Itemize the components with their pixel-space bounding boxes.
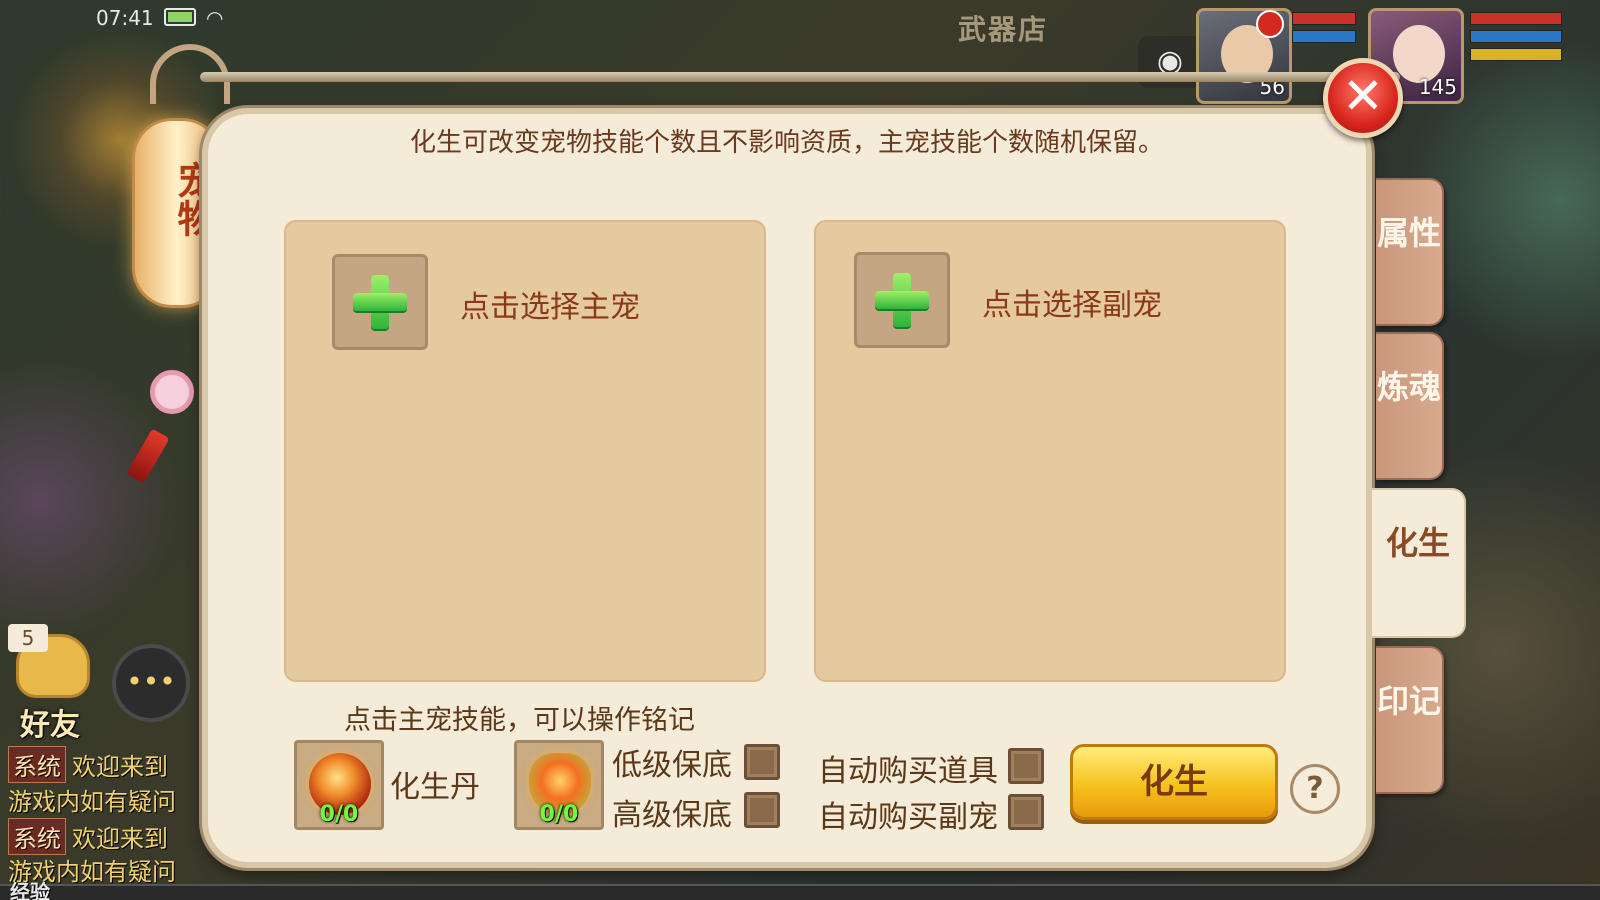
player-status-dot bbox=[1256, 10, 1284, 38]
status-time: 07:41 bbox=[96, 6, 154, 30]
tab-imprint[interactable]: 印记 bbox=[1376, 646, 1444, 794]
sub-pet-slot[interactable]: 点击选择副宠 bbox=[814, 220, 1286, 682]
battery-icon bbox=[164, 8, 196, 26]
exp-bar bbox=[0, 884, 1600, 900]
tab-attributes[interactable]: 属性 bbox=[1376, 178, 1444, 326]
close-icon: ✕ bbox=[1342, 67, 1384, 125]
help-button[interactable]: ? bbox=[1290, 764, 1340, 814]
rebirth-pill-slot[interactable]: 0/0 bbox=[294, 740, 384, 830]
wifi-icon: ◠ bbox=[206, 6, 224, 30]
pet-rebirth-panel: 化生可改变宠物技能个数且不影响资质，主宠技能个数随机保留。 点击选择主宠 点击选… bbox=[202, 108, 1372, 868]
chat-text: 欢迎来到 bbox=[72, 825, 168, 853]
low-guarantee-label: 低级保底 bbox=[612, 748, 732, 783]
auto-buy-item-checkbox[interactable] bbox=[1008, 748, 1044, 784]
pet-level: 145 bbox=[1418, 75, 1457, 99]
high-guarantee-checkbox[interactable] bbox=[744, 792, 780, 828]
friend-count-badge: 5 bbox=[8, 624, 48, 652]
rebirth-pill-label: 化生丹 bbox=[390, 770, 480, 805]
chat-line: 系统 欢迎来到 bbox=[8, 746, 198, 783]
rebirth-pill-count: 0/0 bbox=[319, 802, 359, 827]
main-pet-slot[interactable]: 点击选择主宠 bbox=[284, 220, 766, 682]
chat-line: 游戏内如有疑问 bbox=[8, 782, 198, 817]
info-text: 化生可改变宠物技能个数且不影响资质，主宠技能个数随机保留。 bbox=[409, 128, 1164, 158]
player-hp-bar bbox=[1292, 12, 1356, 25]
tab-rebirth[interactable]: 化生 bbox=[1372, 488, 1466, 638]
chat-button[interactable]: ••• bbox=[112, 644, 190, 722]
exp-label: 经验 bbox=[10, 880, 50, 900]
top-rail bbox=[200, 72, 1400, 82]
add-sub-pet-button[interactable] bbox=[854, 252, 950, 348]
friends-label[interactable]: 好友 bbox=[20, 700, 80, 744]
plus-icon bbox=[875, 273, 929, 327]
chat-text: 游戏内如有疑问 bbox=[8, 788, 176, 816]
high-guarantee-label: 高级保底 bbox=[612, 798, 732, 833]
auto-buy-item-label: 自动购买道具 bbox=[818, 754, 998, 789]
pet-hp-bar bbox=[1470, 12, 1562, 25]
chat-bubble-icon: ••• bbox=[126, 665, 176, 698]
auto-buy-sub-pet-label: 自动购买副宠 bbox=[818, 800, 998, 835]
chat-tag: 系统 bbox=[8, 746, 66, 783]
player-mp-bar bbox=[1292, 30, 1356, 43]
knot-pendant-icon bbox=[150, 370, 194, 414]
low-guarantee-checkbox[interactable] bbox=[744, 744, 780, 780]
pet-mp-bar bbox=[1470, 30, 1562, 43]
add-main-pet-button[interactable] bbox=[332, 254, 428, 350]
chat-tag: 系统 bbox=[8, 818, 66, 855]
pet-exp-bar bbox=[1470, 48, 1562, 61]
chat-line: 系统 欢迎来到 bbox=[8, 818, 198, 855]
main-pet-slot-label: 点击选择主宠 bbox=[460, 290, 640, 325]
shop-name-label: 武器店 bbox=[958, 13, 1049, 46]
guarantee-item-slot[interactable]: 0/0 bbox=[514, 740, 604, 830]
skill-hint-text: 点击主宠技能，可以操作铭记 bbox=[344, 705, 695, 736]
auto-buy-sub-pet-checkbox[interactable] bbox=[1008, 794, 1044, 830]
close-button[interactable]: ✕ bbox=[1323, 58, 1403, 138]
tab-soul-refine[interactable]: 炼魂 bbox=[1376, 332, 1444, 480]
plus-icon bbox=[353, 275, 407, 329]
guarantee-item-count: 0/0 bbox=[539, 802, 579, 827]
chat-text: 欢迎来到 bbox=[72, 753, 168, 781]
tassel-icon bbox=[126, 428, 170, 484]
sub-pet-slot-label: 点击选择副宠 bbox=[982, 288, 1162, 323]
rebirth-button[interactable]: 化生 bbox=[1070, 744, 1278, 820]
